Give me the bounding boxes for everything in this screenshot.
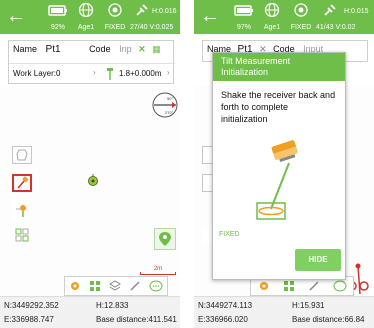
- fix-status-label: FIXED: [219, 231, 240, 238]
- more-icon[interactable]: [149, 280, 163, 292]
- locate-me-button[interactable]: [154, 228, 176, 250]
- satellite-count: 27/40: [130, 24, 148, 31]
- compass-north: 90°: [167, 96, 173, 101]
- clear-code-icon[interactable]: ✕: [138, 44, 146, 54]
- status-bar: ← 97% Age1 FIXED H:0.015 41/43 V:0.02: [194, 0, 374, 34]
- stakeout-icon: [16, 205, 26, 217]
- map-toolbar: [64, 276, 168, 296]
- compass-icon[interactable]: 90° 270°: [152, 92, 178, 118]
- dialog-title: Tilt Measurement Initialization: [213, 53, 345, 81]
- name-label: Name: [13, 44, 38, 54]
- snap-tool-button[interactable]: [12, 226, 32, 244]
- hrms-value: H:0.015: [344, 8, 369, 15]
- tilt-init-dialog: Tilt Measurement Initialization Shake th…: [212, 52, 346, 280]
- east-coordinate: E:336988.747: [4, 315, 54, 324]
- datalink-status[interactable]: Age1: [260, 2, 284, 32]
- north-coordinate: N:3449292.352: [4, 301, 59, 310]
- height-coordinate: H:12.833: [96, 301, 129, 310]
- vrms-value: V:0.025: [149, 24, 174, 31]
- compass-south: 270°: [165, 110, 174, 115]
- satellite-count: 41/43: [316, 24, 334, 31]
- age-label: Age1: [263, 24, 281, 31]
- satellite-icon: [136, 4, 148, 16]
- point-form: Name Pt1 Code Inp ✕ ▦ Work Layer:0 › 1.8…: [8, 40, 175, 84]
- vrms-value: V:0.02: [335, 24, 356, 31]
- target-icon: [294, 3, 308, 17]
- globe-icon: [264, 2, 280, 18]
- battery-percent: 92%: [50, 24, 65, 31]
- gnss-status[interactable]: FIXED: [102, 2, 128, 32]
- height-chevron-icon[interactable]: ›: [167, 68, 170, 77]
- stakeout-tool-button[interactable]: [12, 202, 32, 220]
- status-bar: ← 92% Age1 FIXED H:0.016 27/40 V:0.025: [0, 0, 180, 34]
- north-coordinate: N:3449274.113: [198, 301, 253, 310]
- screen-divider: [180, 0, 194, 328]
- grid-icon[interactable]: [89, 280, 101, 292]
- location-pin-icon: [159, 232, 171, 246]
- settings-gear-icon[interactable]: [258, 280, 270, 292]
- base-distance: Base distance:66.84: [292, 315, 365, 324]
- battery-icon: [234, 5, 253, 16]
- code-label: Code: [89, 44, 111, 54]
- map-scale: 2m: [140, 266, 176, 275]
- left-screen: ← 92% Age1 FIXED H:0.016 27/40 V:0.025 N…: [0, 0, 180, 328]
- age-label: Age1: [77, 24, 95, 31]
- dialog-message: Shake the receiver back and forth to com…: [221, 90, 336, 124]
- scale-bar: [140, 272, 176, 275]
- layer-chevron-icon[interactable]: ›: [93, 68, 96, 77]
- satellite-status[interactable]: H:0.015 41/43 V:0.02: [316, 2, 374, 32]
- more-icon[interactable]: [333, 280, 347, 292]
- code-field[interactable]: Inp: [119, 44, 132, 54]
- current-position-icon: [88, 174, 98, 186]
- tilt-pole-icon: [17, 176, 29, 189]
- antenna-height-icon: [107, 68, 113, 80]
- pen-icon[interactable]: [129, 280, 141, 292]
- coordinate-bar: N:3449274.113 H:15.931 E:336966.020 Base…: [194, 296, 374, 328]
- code-list-icon[interactable]: ▦: [152, 44, 161, 54]
- hrms-value: H:0.016: [152, 8, 177, 15]
- antenna-height-value[interactable]: 1.8+0.000m: [119, 69, 161, 78]
- height-coordinate: H:15.931: [292, 301, 325, 310]
- polygon-icon: [16, 149, 28, 161]
- coordinate-bar: N:3449292.352 H:12.833 E:336988.747 Base…: [0, 296, 180, 328]
- fix-label: FIXED: [290, 24, 312, 31]
- pen-icon[interactable]: [308, 280, 320, 292]
- tilt-survey-button[interactable]: [12, 174, 32, 192]
- back-arrow-icon[interactable]: ←: [6, 6, 26, 26]
- fix-label: FIXED: [104, 24, 126, 31]
- battery-status[interactable]: 97%: [232, 2, 256, 32]
- receiver-shake-icon: [256, 140, 298, 220]
- east-coordinate: E:336966.020: [198, 315, 248, 324]
- base-distance: Base distance:411.541: [96, 315, 177, 324]
- target-icon: [108, 3, 122, 17]
- satellite-icon: [324, 4, 336, 16]
- name-field[interactable]: Pt1: [46, 44, 61, 55]
- map-view[interactable]: 90° 270° 2m: [0, 86, 180, 296]
- snap-grid-icon: [15, 228, 29, 242]
- battery-percent: 97%: [236, 24, 251, 31]
- battery-status[interactable]: 92%: [46, 2, 70, 32]
- satellite-status[interactable]: H:0.016 27/40 V:0.025: [130, 2, 178, 32]
- hide-button[interactable]: HIDE: [295, 249, 341, 271]
- datalink-status[interactable]: Age1: [74, 2, 98, 32]
- settings-gear-icon[interactable]: [69, 280, 81, 292]
- work-layer-label[interactable]: Work Layer:0: [13, 69, 60, 78]
- grid-icon[interactable]: [283, 280, 295, 292]
- area-tool-button[interactable]: [12, 146, 32, 164]
- gnss-status[interactable]: FIXED: [288, 2, 314, 32]
- layers-icon[interactable]: [109, 280, 121, 292]
- back-arrow-icon[interactable]: ←: [200, 6, 220, 26]
- battery-icon: [48, 5, 67, 16]
- globe-icon: [78, 2, 94, 18]
- right-screen: ← 97% Age1 FIXED H:0.015 41/43 V:0.02 Na…: [194, 0, 374, 328]
